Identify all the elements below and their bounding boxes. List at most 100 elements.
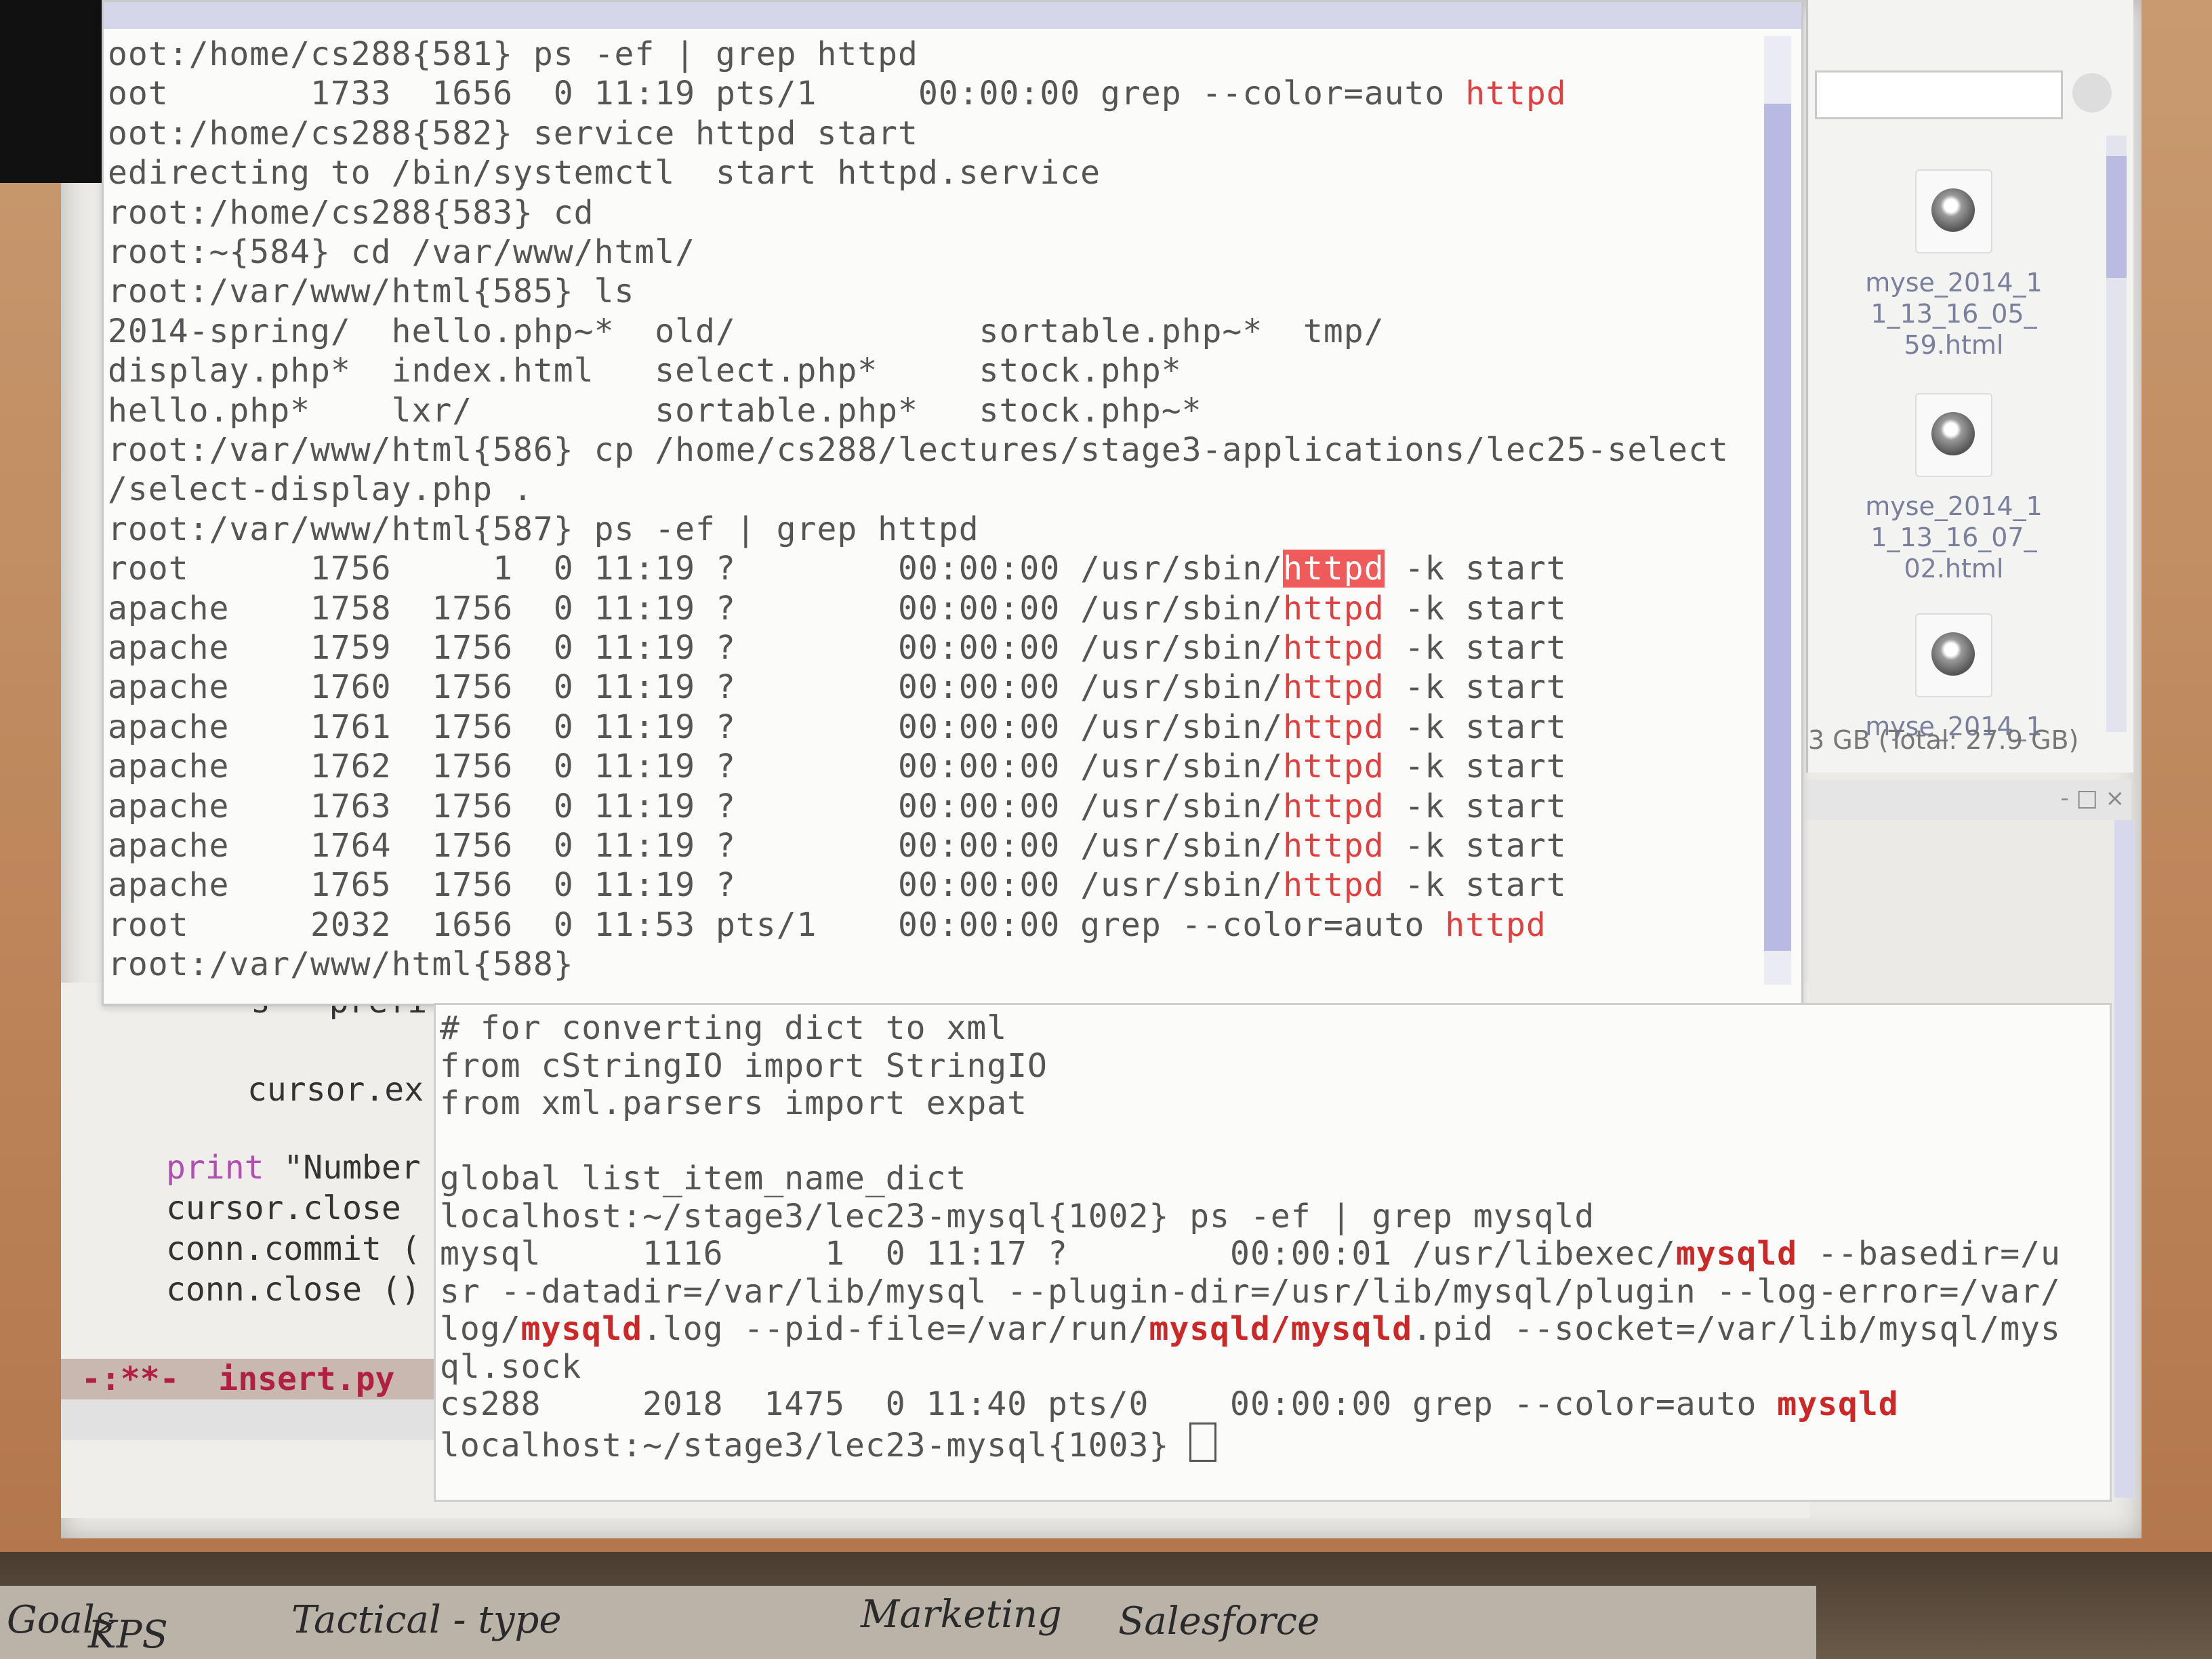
terminal-line: sr --datadir=/var/lib/mysql --plugin-dir… bbox=[440, 1272, 2061, 1311]
code-line: cursor.close bbox=[166, 1189, 401, 1227]
terminal-line: localhost:~/stage3/lec23-mysql{1003} bbox=[440, 1422, 1217, 1465]
cursor-block bbox=[1189, 1422, 1217, 1462]
terminal-text: apache 1758 1756 0 11:19 ? 00:00:00 /usr… bbox=[108, 589, 1284, 628]
file-manager-scroll-thumb[interactable] bbox=[2106, 156, 2127, 278]
terminal-line: root:/var/www/html{587} ps -ef | grep ht… bbox=[108, 510, 979, 548]
window-controls[interactable]: - □ × bbox=[2061, 785, 2125, 812]
match-highlight: httpd bbox=[1283, 589, 1385, 628]
terminal-line: log/mysqld.log --pid-file=/var/run/mysql… bbox=[440, 1309, 2061, 1349]
terminal-text: localhost:~/stage3/lec23-mysql{1003} bbox=[440, 1426, 1190, 1465]
terminal-window-mysql[interactable]: # for converting dict to xml from cString… bbox=[434, 1003, 2112, 1502]
match-highlight: httpd bbox=[1465, 75, 1567, 113]
terminal-text: .log --pid-file=/var/run/ bbox=[642, 1310, 1149, 1348]
code-line: conn.close () bbox=[166, 1271, 421, 1309]
terminal-text: --basedir=/u bbox=[1797, 1235, 2061, 1273]
file-name: myse_2014_1 1_13_16_05_ 59.html bbox=[1865, 268, 2043, 360]
terminal-text: apache 1764 1756 0 11:19 ? 00:00:00 /usr… bbox=[108, 827, 1284, 865]
terminal-text: from cStringIO import StringIO bbox=[440, 1046, 1048, 1085]
terminal-line: localhost:~/stage3/lec23-mysql{1002} ps … bbox=[440, 1197, 1595, 1236]
terminal-line: from xml.parsers import expat bbox=[440, 1084, 1027, 1123]
terminal-line: global list_item_name_dict bbox=[440, 1159, 966, 1198]
terminal-text: localhost:~/stage3/lec23-mysql{1002} ps … bbox=[440, 1197, 1595, 1235]
web-page-icon bbox=[1915, 393, 1992, 477]
terminal-text: root 1756 1 0 11:19 ? 00:00:00 /usr/sbin… bbox=[108, 550, 1284, 588]
status-bar: 3 GB (Total: 27.9 GB) bbox=[1808, 725, 2079, 755]
terminal-text: -k start bbox=[1384, 827, 1567, 865]
file-item[interactable]: myse_2014_1 bbox=[1842, 613, 2066, 742]
terminal-line: display.php* index.html select.php* stoc… bbox=[108, 352, 1182, 390]
terminal-line: apache 1764 1756 0 11:19 ? 00:00:00 /usr… bbox=[108, 826, 1567, 865]
terminal-line: root:/var/www/html{588} bbox=[108, 945, 574, 984]
terminal-line: apache 1760 1756 0 11:19 ? 00:00:00 /usr… bbox=[108, 668, 1567, 707]
web-page-icon bbox=[1915, 169, 1992, 253]
file-item[interactable]: myse_2014_1 1_13_16_07_ 02.html bbox=[1842, 393, 2066, 584]
terminal-text: apache 1765 1756 0 11:19 ? 00:00:00 /usr… bbox=[108, 866, 1284, 905]
reload-icon[interactable] bbox=[2072, 73, 2112, 112]
terminal-text: apache 1759 1756 0 11:19 ? 00:00:00 /usr… bbox=[108, 629, 1284, 667]
terminal-line: apache 1761 1756 0 11:19 ? 00:00:00 /usr… bbox=[108, 708, 1567, 747]
terminal-line: apache 1759 1756 0 11:19 ? 00:00:00 /usr… bbox=[108, 628, 1567, 668]
terminal-line: hello.php* lxr/ sortable.php* stock.php~… bbox=[108, 391, 1202, 430]
terminal-text: -k start bbox=[1384, 708, 1567, 746]
location-input[interactable] bbox=[1815, 70, 2063, 119]
match-highlight: httpd bbox=[1283, 787, 1385, 825]
whiteboard-text: Salesforce bbox=[1118, 1599, 1320, 1643]
whiteboard-text: Tactical - type bbox=[291, 1598, 562, 1642]
terminal-line: # for converting dict to xml bbox=[440, 1008, 1007, 1048]
terminal-text: root 2032 1656 0 11:53 pts/1 00:00:00 gr… bbox=[108, 905, 1446, 944]
terminal-scroll-thumb[interactable] bbox=[1764, 104, 1791, 951]
terminal-line: apache 1765 1756 0 11:19 ? 00:00:00 /usr… bbox=[108, 865, 1567, 905]
file-manager-window: myse_2014_1 1_13_16_05_ 59.html myse_201… bbox=[1806, 0, 2133, 773]
terminal-line: root:/home/cs288{583} cd bbox=[108, 193, 594, 232]
web-page-icon bbox=[1915, 613, 1992, 697]
terminal-line: 2014-spring/ hello.php~* old/ sortable.p… bbox=[108, 312, 1385, 350]
window-titlebar[interactable]: - □ × bbox=[1806, 779, 2131, 820]
terminal-text: mysql 1116 1 0 11:17 ? 00:00:01 /usr/lib… bbox=[440, 1235, 1676, 1273]
terminal-text: -k start bbox=[1384, 629, 1567, 667]
terminal-text: ql.sock bbox=[440, 1347, 582, 1386]
terminal-text: -k start bbox=[1384, 589, 1567, 628]
terminal-line: root 2032 1656 0 11:53 pts/1 00:00:00 gr… bbox=[108, 905, 1547, 945]
file-name: myse_2014_1 1_13_16_07_ 02.html bbox=[1865, 491, 2043, 583]
terminal-text: -k start bbox=[1384, 747, 1567, 786]
match-highlight: httpd bbox=[1445, 905, 1547, 944]
terminal-line: root:~{584} cd /var/www/html/ bbox=[108, 233, 696, 271]
match-highlight: httpd bbox=[1283, 866, 1385, 905]
terminal-text: # for converting dict to xml bbox=[440, 1009, 1008, 1047]
emacs-modeline: -:**- insert.py bbox=[61, 1359, 441, 1399]
keyword: print bbox=[166, 1149, 264, 1187]
terminal-text: -k start bbox=[1384, 550, 1567, 588]
terminal-line: oot:/home/cs288{582} service httpd start bbox=[108, 114, 918, 152]
terminal-line: apache 1762 1756 0 11:19 ? 00:00:00 /usr… bbox=[108, 747, 1567, 786]
match-highlight: mysqld bbox=[1675, 1235, 1798, 1273]
terminal-text: -k start bbox=[1384, 668, 1567, 707]
terminal-line: apache 1763 1756 0 11:19 ? 00:00:00 /usr… bbox=[108, 787, 1567, 826]
file-item[interactable]: myse_2014_1 1_13_16_05_ 59.html bbox=[1842, 169, 2066, 361]
match-highlight: httpd bbox=[1283, 747, 1385, 786]
terminal-text: -k start bbox=[1384, 787, 1567, 825]
terminal-text: oot 1733 1656 0 11:19 pts/1 00:00:00 gre… bbox=[108, 75, 1466, 113]
terminal-text: apache 1762 1756 0 11:19 ? 00:00:00 /usr… bbox=[108, 747, 1284, 786]
terminal-line: cs288 2018 1475 0 11:40 pts/0 00:00:00 g… bbox=[440, 1385, 1899, 1424]
terminal-line: apache 1758 1756 0 11:19 ? 00:00:00 /usr… bbox=[108, 589, 1567, 628]
code-line: cursor.ex bbox=[247, 1071, 424, 1109]
code-text: "Number bbox=[264, 1149, 421, 1187]
terminal-text: -k start bbox=[1384, 866, 1567, 905]
selected-match: httpd bbox=[1283, 550, 1385, 588]
terminal-line: root:/var/www/html{585} ls bbox=[108, 272, 635, 311]
match-highlight: httpd bbox=[1283, 629, 1385, 667]
terminal-text: global list_item_name_dict bbox=[440, 1160, 967, 1197]
terminal-line: root:/var/www/html{586} cp /home/cs288/l… bbox=[108, 431, 1729, 469]
code-line: conn.commit ( bbox=[166, 1230, 421, 1268]
match-highlight: mysqld/mysqld bbox=[1149, 1310, 1413, 1348]
window-scrollbar[interactable] bbox=[2114, 820, 2135, 1498]
terminal-text: apache 1763 1756 0 11:19 ? 00:00:00 /usr… bbox=[108, 787, 1284, 825]
terminal-line: /select-display.php . bbox=[108, 470, 533, 509]
terminal-titlebar[interactable] bbox=[104, 2, 1801, 29]
match-highlight: httpd bbox=[1283, 708, 1385, 746]
whiteboard-text: KPS bbox=[88, 1613, 168, 1657]
terminal-window-httpd[interactable]: oot:/home/cs288{581} ps -ef | grep httpd… bbox=[102, 0, 1803, 1006]
whiteboard: Goals KPS Tactical - type Marketing Sale… bbox=[0, 1586, 1816, 1659]
match-highlight: httpd bbox=[1283, 668, 1385, 707]
modeline-text: -:**- insert.py bbox=[81, 1360, 395, 1398]
